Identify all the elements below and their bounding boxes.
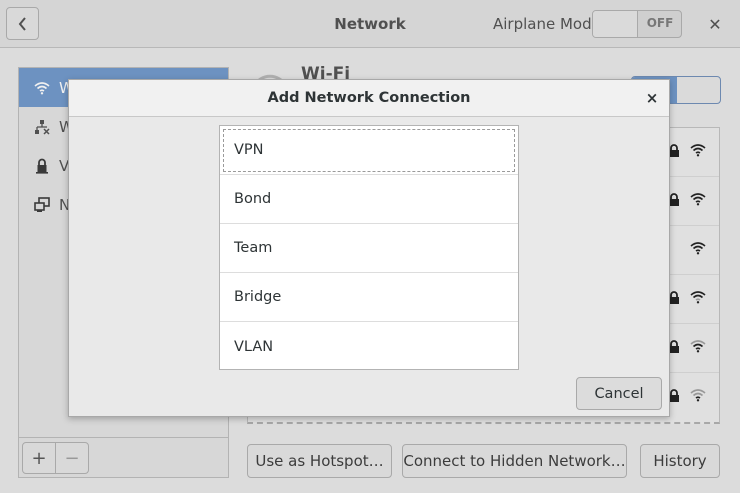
- connection-type-bond[interactable]: Bond: [220, 175, 518, 224]
- signal-icon: [690, 340, 706, 353]
- connection-type-vpn[interactable]: VPN: [220, 126, 518, 175]
- wired-icon: [33, 118, 51, 136]
- network-proxy-icon: [33, 196, 51, 214]
- add-connection-button[interactable]: +: [22, 442, 56, 474]
- connection-type-bridge[interactable]: Bridge: [220, 273, 518, 322]
- use-as-hotspot-button[interactable]: Use as Hotspot…: [247, 444, 392, 478]
- dialog-header: Add Network Connection ×: [69, 80, 669, 117]
- airplane-mode-label: Airplane Mode: [493, 15, 601, 33]
- close-icon: ✕: [708, 14, 722, 34]
- signal-icon: [690, 242, 706, 255]
- airplane-mode-switch[interactable]: OFF: [592, 10, 682, 38]
- signal-icon: [690, 144, 706, 157]
- sidebar-toolbar: + −: [18, 438, 229, 478]
- signal-icon: [690, 389, 706, 402]
- add-network-connection-dialog: Add Network Connection × VPN Bond Team B…: [68, 79, 670, 417]
- connection-type-team[interactable]: Team: [220, 224, 518, 273]
- vpn-icon: [33, 157, 51, 175]
- connect-hidden-network-button[interactable]: Connect to Hidden Network…: [402, 444, 627, 478]
- close-icon: ×: [645, 89, 659, 107]
- signal-icon: [690, 193, 706, 206]
- cancel-button[interactable]: Cancel: [576, 377, 662, 410]
- wifi-icon: [33, 79, 51, 97]
- switch-knob: [593, 11, 638, 37]
- connection-type-vlan[interactable]: VLAN: [220, 322, 518, 371]
- dialog-close-button[interactable]: ×: [643, 88, 661, 108]
- history-button[interactable]: History: [640, 444, 720, 478]
- close-window-button[interactable]: ✕: [704, 13, 726, 35]
- signal-icon: [690, 291, 706, 304]
- connection-type-list: VPN Bond Team Bridge VLAN: [219, 125, 519, 370]
- switch-state-label: OFF: [646, 16, 674, 30]
- header-bar: Network Airplane Mode OFF ✕: [0, 0, 740, 48]
- dialog-title: Add Network Connection: [267, 90, 471, 106]
- remove-connection-button[interactable]: −: [55, 442, 89, 474]
